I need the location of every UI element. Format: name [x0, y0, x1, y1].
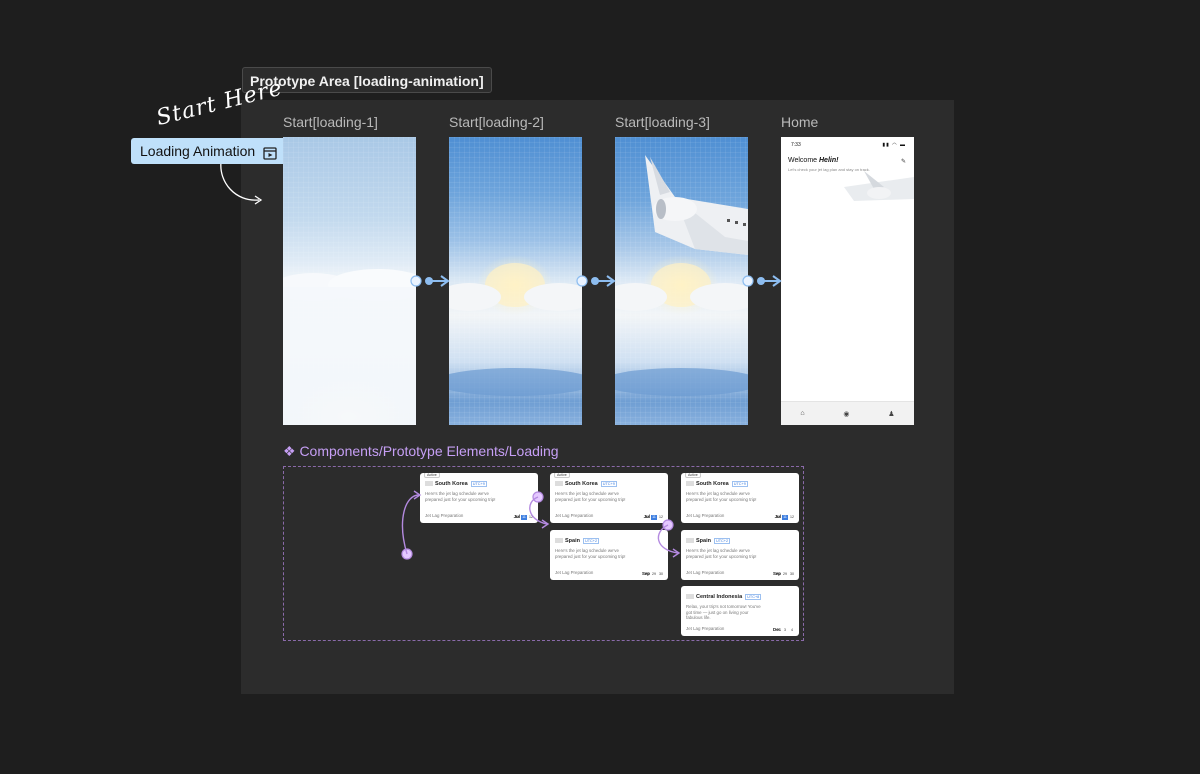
airplane-image — [615, 155, 748, 396]
trip-card[interactable]: Central Indonesia UTC+8 Relax, your trip's… — [681, 586, 799, 636]
status-badge: Active — [685, 473, 701, 478]
card-description: Relax, your trip's not tomorrow! You've … — [686, 604, 761, 621]
play-frame-icon — [263, 143, 277, 169]
cloud-image — [449, 263, 582, 396]
prototype-connector[interactable] — [576, 273, 616, 289]
airplane-icon — [844, 171, 914, 201]
utc-badge: UTC+8 — [745, 594, 762, 600]
flag-icon — [686, 594, 694, 600]
country-name: Central Indonesia UTC+8 — [686, 594, 762, 600]
status-icons: ▮▮ ◠ ▬ — [882, 142, 906, 148]
frame-home[interactable]: 7:33 ▮▮ ◠ ▬ Welcome Helin! Let's check y… — [781, 137, 914, 425]
prototype-connector[interactable] — [410, 273, 450, 289]
status-badge: Active — [554, 473, 570, 478]
prep-label: Jet Lag Preparation — [686, 626, 725, 631]
day-chip[interactable]: 4 — [789, 628, 795, 633]
bottom-nav: ⌂ ◉ ♟ — [781, 401, 914, 425]
country-label: Central Indonesia — [696, 594, 743, 600]
frame-loading-2[interactable] — [449, 137, 582, 425]
status-time: 7:33 — [791, 142, 801, 148]
day-chip[interactable]: 3 — [782, 628, 788, 633]
day-chip[interactable]: 2 — [775, 628, 781, 633]
component-set-title[interactable]: ❖ Components/Prototype Elements/Loading — [283, 443, 559, 460]
day-list: 234 — [775, 628, 795, 633]
user-name: Helin! — [819, 157, 839, 164]
component-connectors — [401, 490, 681, 560]
cloud-image — [283, 269, 416, 425]
globe-icon[interactable]: ◉ — [843, 410, 849, 418]
edit-icon[interactable]: ✎ — [901, 158, 906, 165]
frame-title-loading-2[interactable]: Start[loading-2] — [449, 114, 544, 130]
flow-starting-point[interactable]: Loading Animation — [131, 138, 283, 164]
prototype-connector[interactable] — [742, 273, 782, 289]
frame-loading-3[interactable] — [615, 137, 748, 425]
profile-icon[interactable]: ♟ — [888, 410, 894, 418]
welcome-text: Welcome — [788, 157, 818, 164]
status-badge: Active — [424, 473, 440, 478]
frame-title-home[interactable]: Home — [781, 114, 818, 130]
frame-title-loading-3[interactable]: Start[loading-3] — [615, 114, 710, 130]
home-icon[interactable]: ⌂ — [800, 410, 804, 417]
frame-loading-1[interactable] — [283, 137, 416, 425]
frame-title-loading-1[interactable]: Start[loading-1] — [283, 114, 378, 130]
flow-start-label: Loading Animation — [140, 143, 256, 159]
welcome-heading: Welcome Helin! — [788, 157, 838, 164]
